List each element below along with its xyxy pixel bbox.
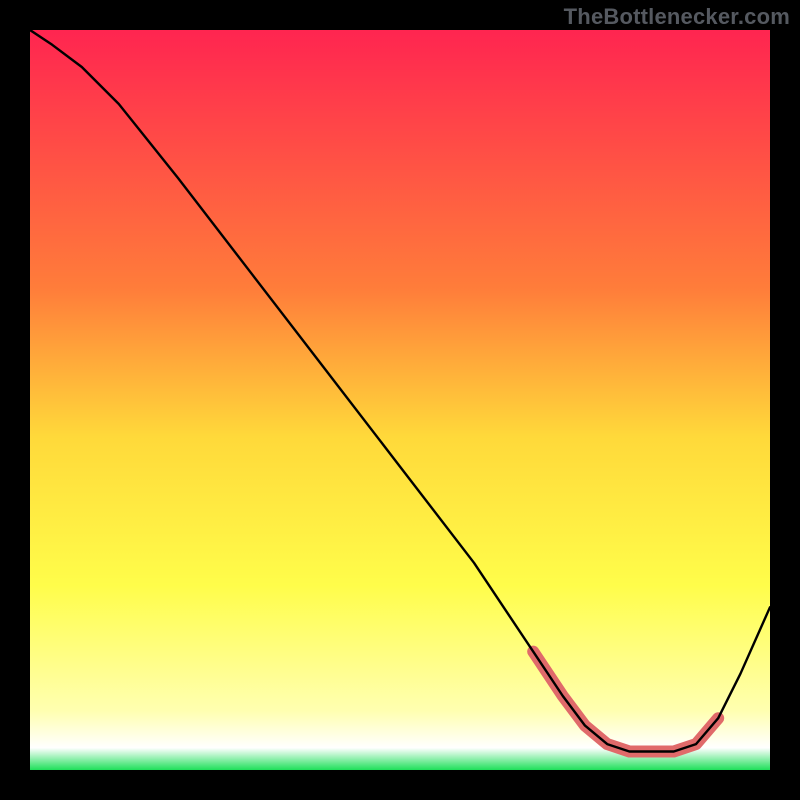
chart-svg — [30, 30, 770, 770]
chart-background — [30, 30, 770, 770]
chart-frame: TheBottlenecker.com — [0, 0, 800, 800]
watermark-text: TheBottlenecker.com — [564, 4, 790, 30]
chart-plot-area — [30, 30, 770, 770]
